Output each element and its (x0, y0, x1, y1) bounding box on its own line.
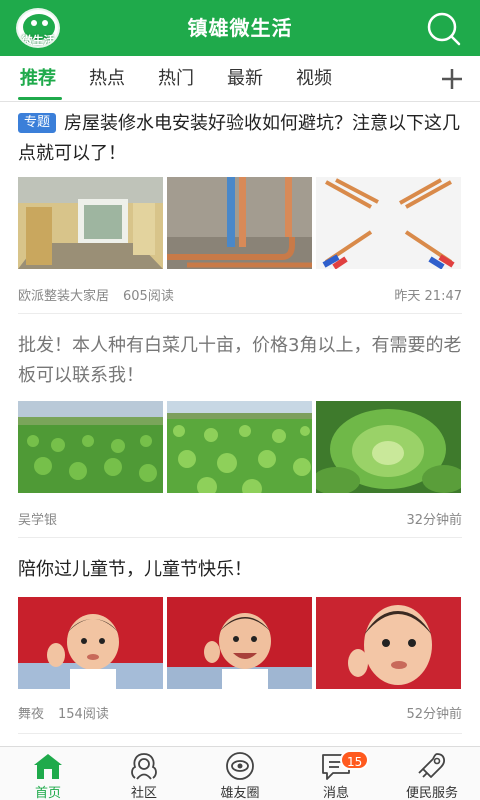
post-reads: 605阅读 (123, 289, 174, 304)
post-author: 舞夜 (18, 707, 45, 722)
feed-post[interactable]: 批发！本人种有白菜几十亩，价格3角以上，有需要的老板可以联系我！ 吴学银 32分… (18, 331, 462, 531)
service-icon (418, 753, 445, 778)
app-header: 微生活 镇雄微生活 (0, 0, 480, 56)
post-reads: 154阅读 (58, 707, 109, 722)
nav-services[interactable]: 便民服务 (384, 747, 480, 800)
cabbage-closeup-image[interactable] (316, 401, 461, 493)
cabbage-field-wide-image[interactable] (18, 401, 163, 493)
search-icon[interactable] (426, 11, 462, 47)
feed-post[interactable]: 陪你过儿童节，儿童节快乐！ 舞夜 154阅读 52分钟前 (18, 555, 462, 725)
post-time: 昨天 21:47 (394, 289, 462, 304)
post-author: 吴学银 (18, 513, 58, 528)
divider (18, 537, 462, 538)
tab-video[interactable]: 视频 (296, 56, 332, 102)
post-images (18, 597, 462, 689)
add-tab-icon[interactable] (438, 65, 466, 93)
post-title[interactable]: 专题 房屋装修水电安装好验收如何避坑？注意以下这几点就可以了！ (18, 109, 462, 169)
child-smiling-image[interactable] (167, 597, 312, 689)
tab-recommend[interactable]: 推荐 (20, 56, 56, 102)
post-time: 32分钟前 (406, 513, 462, 528)
feed-post[interactable]: 专题 房屋装修水电安装好验收如何避坑？注意以下这几点就可以了！ 欧派整装大家居 … (18, 109, 462, 309)
wall-pipes-image[interactable] (167, 177, 312, 269)
nav-friends-circle[interactable]: 雄友圈 (192, 747, 288, 800)
post-title[interactable]: 陪你过儿童节，儿童节快乐！ (18, 555, 462, 585)
post-images (18, 177, 462, 269)
app-title: 镇雄微生活 (187, 16, 293, 40)
active-tab-indicator (18, 97, 62, 100)
topic-tag: 专题 (18, 113, 57, 133)
category-tabs: 推荐 热点 热门 最新 视频 (0, 56, 480, 102)
copper-wires-image[interactable] (316, 177, 461, 269)
unread-badge: 15 (340, 750, 370, 770)
child-closeup-image[interactable] (316, 597, 461, 689)
home-icon (34, 754, 62, 779)
post-meta: 欧派整装大家居 605阅读 昨天 21:47 (18, 285, 462, 305)
post-images (18, 401, 462, 493)
cabbage-rows-image[interactable] (167, 401, 312, 493)
tab-hot[interactable]: 热点 (89, 56, 125, 102)
nav-community[interactable]: 社区 (96, 747, 192, 800)
post-meta: 舞夜 154阅读 52分钟前 (18, 703, 462, 723)
tab-popular[interactable]: 热门 (158, 56, 194, 102)
community-icon (131, 753, 157, 780)
post-title[interactable]: 批发！本人种有白菜几十亩，价格3角以上，有需要的老板可以联系我！ (18, 331, 462, 391)
nav-messages[interactable]: 15 消息 (288, 747, 384, 800)
circle-icon (226, 752, 254, 780)
post-time: 52分钟前 (406, 707, 462, 722)
post-meta: 吴学银 32分钟前 (18, 509, 462, 529)
bottom-nav: 首页 社区 雄友圈 15 消息 便民服务 (0, 746, 480, 800)
nav-home[interactable]: 首页 (0, 747, 96, 800)
post-author: 欧派整装大家居 (18, 289, 110, 304)
tab-latest[interactable]: 最新 (227, 56, 263, 102)
news-feed: 专题 房屋装修水电安装好验收如何避坑？注意以下这几点就可以了！ 欧派整装大家居 … (0, 103, 480, 746)
divider (18, 313, 462, 314)
child-waving-image[interactable] (18, 597, 163, 689)
unfinished-room-image[interactable] (18, 177, 163, 269)
divider (18, 733, 462, 734)
